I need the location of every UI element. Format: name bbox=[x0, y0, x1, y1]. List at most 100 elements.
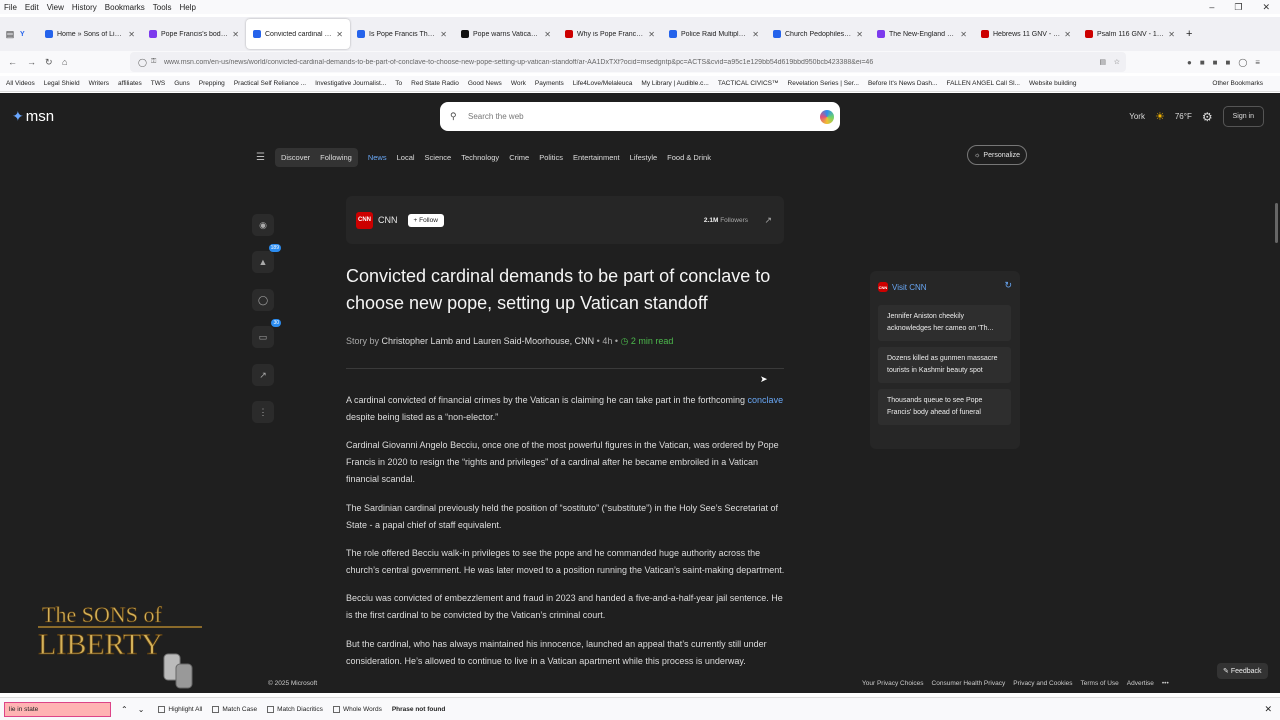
bookmark-item[interactable]: Writers bbox=[89, 80, 109, 87]
find-input[interactable]: lie in state bbox=[4, 701, 111, 717]
bookmark-item[interactable]: Good News bbox=[468, 80, 502, 87]
follow-button[interactable]: + Follow bbox=[407, 213, 444, 227]
tab-politics[interactable]: Politics bbox=[539, 153, 563, 162]
bookmark-item[interactable]: Website building bbox=[1029, 80, 1077, 87]
maximize-icon[interactable]: ❐ bbox=[1234, 2, 1242, 13]
tab-church[interactable]: Church Pedophiles & Child Se✕ bbox=[766, 19, 870, 49]
find-prev-icon[interactable]: ⌃ bbox=[121, 705, 128, 714]
tab-local[interactable]: Local bbox=[397, 153, 415, 162]
tab-close-icon[interactable]: ✕ bbox=[440, 30, 447, 39]
refresh-icon[interactable]: ↻ bbox=[1004, 280, 1012, 291]
settings-gear-icon[interactable]: ⚙ bbox=[1202, 110, 1213, 124]
menu-help[interactable]: Help bbox=[179, 3, 195, 12]
authors[interactable]: Christopher Lamb and Lauren Said-Moorhou… bbox=[382, 336, 595, 346]
minimize-icon[interactable]: – bbox=[1209, 2, 1214, 13]
related-story-1[interactable]: Jennifer Aniston cheekily acknowledges h… bbox=[878, 305, 1011, 341]
tab-police-raid[interactable]: Police Raid Multiple Catholic✕ bbox=[662, 19, 766, 49]
bookmark-item[interactable]: Life4Love/Melaleuca bbox=[573, 80, 633, 87]
url-bar[interactable]: ◯ ⚿ www.msn.com/en-us/news/world/convict… bbox=[130, 52, 1126, 72]
tab-lifestyle[interactable]: Lifestyle bbox=[630, 153, 658, 162]
tab-close-icon[interactable]: ✕ bbox=[648, 30, 655, 39]
bookmark-item[interactable]: Red State Radio bbox=[411, 80, 459, 87]
sign-in-button[interactable]: Sign in bbox=[1222, 106, 1264, 127]
reader-icon[interactable]: ▤ bbox=[1099, 58, 1106, 66]
temperature[interactable]: 76°F bbox=[1175, 112, 1192, 121]
match-case-checkbox[interactable]: Match Case bbox=[212, 705, 257, 713]
tab-discover[interactable]: Discover bbox=[281, 153, 310, 162]
advertise-link[interactable]: Advertise bbox=[1127, 680, 1154, 687]
bookmark-other[interactable]: Other Bookmarks bbox=[1212, 80, 1263, 87]
bookmark-item[interactable]: To bbox=[395, 80, 402, 87]
menu-bookmarks[interactable]: Bookmarks bbox=[105, 3, 145, 12]
tab-close-icon[interactable]: ✕ bbox=[752, 30, 759, 39]
tab-pope-warns[interactable]: Pope warns Vatican staff an 'e✕ bbox=[454, 19, 558, 49]
bookmark-item[interactable]: TACTICAL CIVICS™ bbox=[718, 80, 779, 87]
reload-icon[interactable]: ↻ bbox=[45, 57, 53, 68]
bookmark-item[interactable]: Before It's News Dash... bbox=[868, 80, 938, 87]
whole-words-checkbox[interactable]: Whole Words bbox=[332, 705, 382, 713]
tab-science[interactable]: Science bbox=[425, 153, 452, 162]
tab-list-icon[interactable]: ▤ bbox=[0, 29, 20, 40]
tab-close-icon[interactable]: ✕ bbox=[232, 30, 239, 39]
related-story-2[interactable]: Dozens killed as gunmen massacre tourist… bbox=[878, 347, 1011, 383]
tab-news[interactable]: News bbox=[368, 153, 387, 162]
hamburger-icon[interactable]: ☰ bbox=[256, 152, 265, 163]
tab-close-icon[interactable]: ✕ bbox=[856, 30, 863, 39]
match-diacritics-checkbox[interactable]: Match Diacritics bbox=[267, 705, 323, 713]
bookmark-item[interactable]: My Library | Audible.c... bbox=[641, 80, 708, 87]
visit-cnn-link[interactable]: CNN Visit CNN bbox=[878, 282, 927, 292]
insight-bulb-icon[interactable]: ◯ bbox=[252, 289, 274, 311]
feedback-button[interactable]: ✎ Feedback bbox=[1217, 663, 1268, 679]
external-link-icon[interactable]: ↗ bbox=[764, 215, 772, 226]
health-privacy-link[interactable]: Consumer Health Privacy bbox=[932, 680, 1006, 687]
tab-pope-body[interactable]: Pope Francis's body lies in sta✕ bbox=[142, 19, 246, 49]
source-name[interactable]: CNN bbox=[378, 215, 398, 225]
highlight-all-checkbox[interactable]: Highlight All bbox=[158, 705, 202, 713]
conclave-link[interactable]: conclave bbox=[748, 395, 784, 405]
extension-icons[interactable]: ●■■■◯≡ bbox=[1187, 58, 1268, 67]
pinned-tab[interactable]: Y bbox=[20, 31, 38, 38]
menu-edit[interactable]: Edit bbox=[25, 3, 39, 12]
msn-logo[interactable]: ✦ msn bbox=[12, 108, 54, 125]
find-next-icon[interactable]: ⌄ bbox=[138, 705, 145, 714]
tab-following[interactable]: Following bbox=[320, 153, 352, 162]
bookmark-item[interactable]: Payments bbox=[535, 80, 564, 87]
tab-close-icon[interactable]: ✕ bbox=[1168, 30, 1175, 39]
tab-why-pope[interactable]: Why is Pope Francis so obsess✕ bbox=[558, 19, 662, 49]
cnn-logo[interactable]: CNN bbox=[356, 211, 373, 229]
bookmark-item[interactable]: Prepping bbox=[199, 80, 225, 87]
location-label[interactable]: York bbox=[1129, 112, 1145, 121]
bookmark-item[interactable]: Work bbox=[511, 80, 526, 87]
tab-technology[interactable]: Technology bbox=[461, 153, 499, 162]
bookmark-item[interactable]: TWS bbox=[151, 80, 165, 87]
tab-close-icon[interactable]: ✕ bbox=[128, 30, 135, 39]
related-story-3[interactable]: Thousands queue to see Pope Francis' bod… bbox=[878, 389, 1011, 425]
privacy-cookies-link[interactable]: Privacy and Cookies bbox=[1013, 680, 1072, 687]
menu-view[interactable]: View bbox=[47, 3, 64, 12]
like-icon[interactable]: ▲ 189 bbox=[252, 244, 281, 273]
bookmark-item[interactable]: FALLEN ANGEL Call Sl... bbox=[946, 80, 1019, 87]
search-input[interactable]: ⚲ Search the web bbox=[440, 102, 840, 131]
back-icon[interactable]: ← bbox=[8, 57, 17, 67]
tab-last-pope[interactable]: Is Pope Francis The Last Pope✕ bbox=[350, 19, 454, 49]
more-footer-icon[interactable]: ••• bbox=[1162, 680, 1169, 687]
bookmark-item[interactable]: Guns bbox=[174, 80, 190, 87]
terms-link[interactable]: Terms of Use bbox=[1081, 680, 1119, 687]
forward-icon[interactable]: → bbox=[27, 57, 36, 67]
bookmark-item[interactable]: affiliates bbox=[118, 80, 142, 87]
tab-active-article[interactable]: Convicted cardinal demands t✕ bbox=[246, 19, 350, 49]
bookmark-item[interactable]: All Videos bbox=[6, 80, 35, 87]
menu-file[interactable]: File bbox=[4, 3, 17, 12]
tab-close-icon[interactable]: ✕ bbox=[544, 30, 551, 39]
bookmark-item[interactable]: Legal Shield bbox=[44, 80, 80, 87]
tab-psalm[interactable]: Psalm 116 GNV - 1 David bein✕ bbox=[1078, 19, 1182, 49]
tab-entertainment[interactable]: Entertainment bbox=[573, 153, 620, 162]
tab-home[interactable]: Home » Sons of Liberty Media✕ bbox=[38, 19, 142, 49]
tab-close-icon[interactable]: ✕ bbox=[960, 30, 967, 39]
bookmark-star-icon[interactable]: ☆ bbox=[1114, 58, 1120, 66]
tab-close-icon[interactable]: ✕ bbox=[1064, 30, 1071, 39]
find-close-icon[interactable]: ✕ bbox=[1264, 704, 1272, 715]
privacy-choices-link[interactable]: Your Privacy Choices bbox=[862, 680, 924, 687]
tab-close-icon[interactable]: ✕ bbox=[336, 30, 343, 39]
home-icon[interactable]: ⌂ bbox=[62, 57, 67, 67]
